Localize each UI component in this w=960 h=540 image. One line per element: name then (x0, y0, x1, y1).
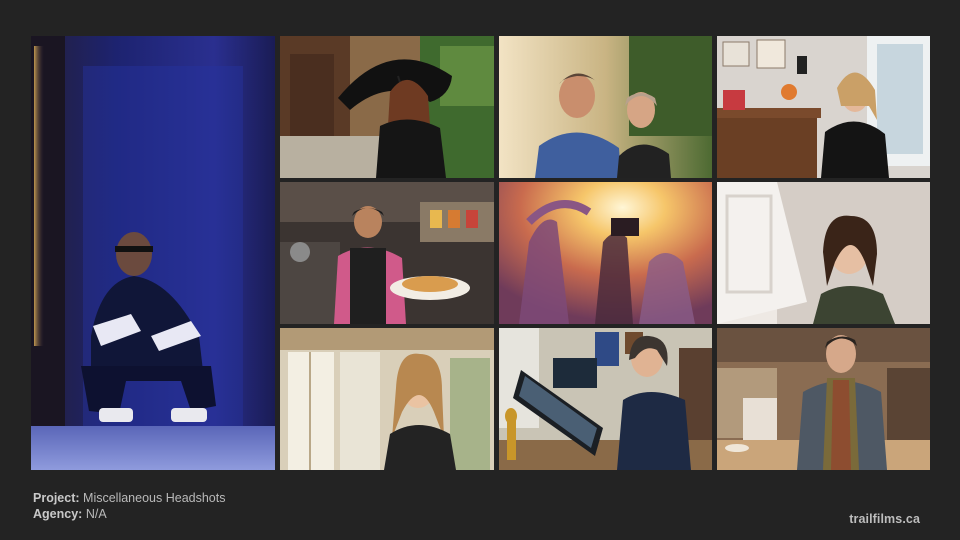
photo-woman-bob-haircut (717, 182, 930, 324)
photo-chef-with-plate (280, 182, 494, 324)
agency-value: N/A (85, 507, 107, 521)
photo-woman-by-window (280, 328, 494, 470)
project-caption: Project: Miscellaneous Headshots Agency:… (33, 490, 225, 522)
photo-grid (31, 36, 930, 470)
agency-row: Agency: N/A (33, 506, 225, 522)
project-value: Miscellaneous Headshots (83, 491, 226, 505)
project-row: Project: Miscellaneous Headshots (33, 490, 225, 506)
photo-woman-umbrella (280, 36, 494, 178)
site-name: trailfilms.ca (849, 512, 920, 526)
slide: Project: Miscellaneous Headshots Agency:… (0, 0, 960, 540)
photo-man-blue-booth (31, 36, 275, 470)
project-label: Project: (33, 491, 80, 505)
photo-man-with-scarf (717, 328, 930, 470)
photo-artist-with-tablet (499, 328, 712, 470)
photo-backlit-group (499, 182, 712, 324)
photo-couple-outdoors (499, 36, 712, 178)
photo-woman-at-desk (717, 36, 930, 178)
agency-label: Agency: (33, 507, 83, 521)
